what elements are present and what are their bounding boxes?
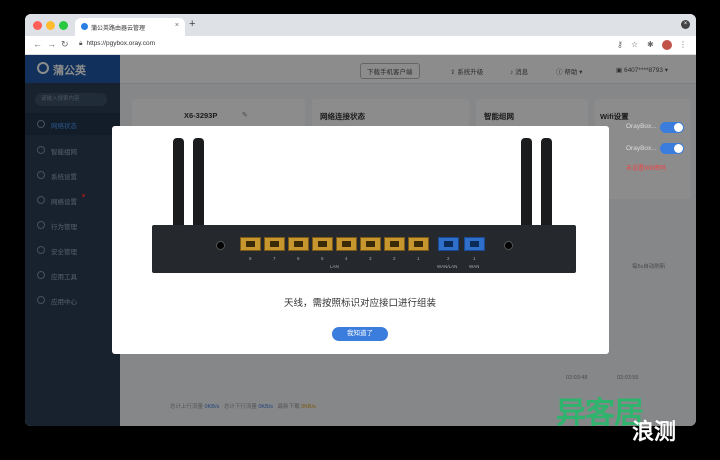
browser-tab[interactable]: 蒲公英路由器云管理 × [75, 18, 185, 36]
port-number: 2 [393, 256, 396, 261]
maximize-window-button[interactable] [59, 21, 68, 30]
router-image: 8 7 6 5 4 3 2 1 2 1 LAN WAN/LAN WAN [152, 225, 576, 273]
port-number: 6 [297, 256, 300, 261]
browser-toolbar: ← → ↻ 🔒︎ https://pgybox.oray.com ⚷ ☆ ✱ ⋮ [25, 36, 696, 55]
forward-arrow-icon[interactable]: → [47, 39, 56, 49]
port-number: 1 [417, 256, 420, 261]
lan-port-2 [384, 237, 405, 251]
wifi-ssid-1: OrayBox... [626, 123, 657, 130]
wifi-warning: 未设置Wifi密码 [626, 166, 666, 172]
profile-avatar[interactable] [662, 40, 672, 50]
lan-label: LAN [330, 264, 339, 269]
wifi-toggle-1[interactable] [660, 122, 684, 133]
minimize-window-button[interactable] [46, 21, 55, 30]
watermark-sub: 浪测 [632, 419, 677, 444]
lan-port-1 [408, 237, 429, 251]
browser-close-icon[interactable]: × [681, 20, 690, 29]
wan-lan-label: WAN/LAN [437, 264, 458, 269]
close-window-button[interactable] [33, 21, 42, 30]
power-port-icon [216, 241, 225, 250]
wan-port-1 [464, 237, 485, 251]
lan-port-3 [360, 237, 381, 251]
modal-message: 天线，需按照标识对应接口进行组装 [283, 298, 436, 309]
antenna-left-1-icon [172, 138, 185, 236]
port-number: 5 [321, 256, 324, 261]
tab-title: 蒲公英路由器云管理 [91, 26, 146, 32]
lan-port-5 [312, 237, 333, 251]
wan-lan-port-2 [438, 237, 459, 251]
tab-close-icon[interactable]: × [175, 22, 179, 29]
wan-port-number: 2 [447, 256, 450, 261]
address-bar[interactable]: 🔒︎ https://pgybox.oray.com [79, 40, 155, 48]
wifi-ssid-2: OrayBox... [626, 145, 657, 152]
new-tab-button[interactable]: + [189, 18, 195, 30]
lan-port-6 [288, 237, 309, 251]
wifi-toggle-2[interactable] [660, 143, 684, 154]
got-it-button[interactable]: 我知道了 [332, 327, 388, 341]
menu-icon[interactable]: ⋮ [679, 40, 687, 49]
reload-icon[interactable]: ↻ [61, 39, 69, 50]
extensions-icon[interactable]: ✱ [647, 40, 654, 49]
port-number: 7 [273, 256, 276, 261]
wan-port-number: 1 [473, 256, 476, 261]
url-text: https://pgybox.oray.com [86, 40, 155, 47]
antenna-left-2-icon [192, 138, 205, 236]
antenna-right-2-icon [540, 138, 553, 236]
wan-label: WAN [469, 264, 480, 269]
port-number: 4 [345, 256, 348, 261]
star-icon[interactable]: ☆ [631, 40, 638, 49]
lock-icon: 🔒︎ [79, 40, 83, 47]
lan-port-7 [264, 237, 285, 251]
lan-port-4 [336, 237, 357, 251]
back-arrow-icon[interactable]: ← [33, 39, 42, 49]
port-number: 3 [369, 256, 372, 261]
favicon-icon [81, 23, 88, 30]
port-number: 8 [249, 256, 252, 261]
antenna-right-1-icon [520, 138, 533, 236]
key-icon[interactable]: ⚷ [617, 40, 623, 49]
watermark-logo: 异客居 [556, 397, 644, 430]
reset-port-icon [504, 241, 513, 250]
browser-titlebar: 蒲公英路由器云管理 × + × [25, 14, 696, 36]
lan-port-8 [240, 237, 261, 251]
